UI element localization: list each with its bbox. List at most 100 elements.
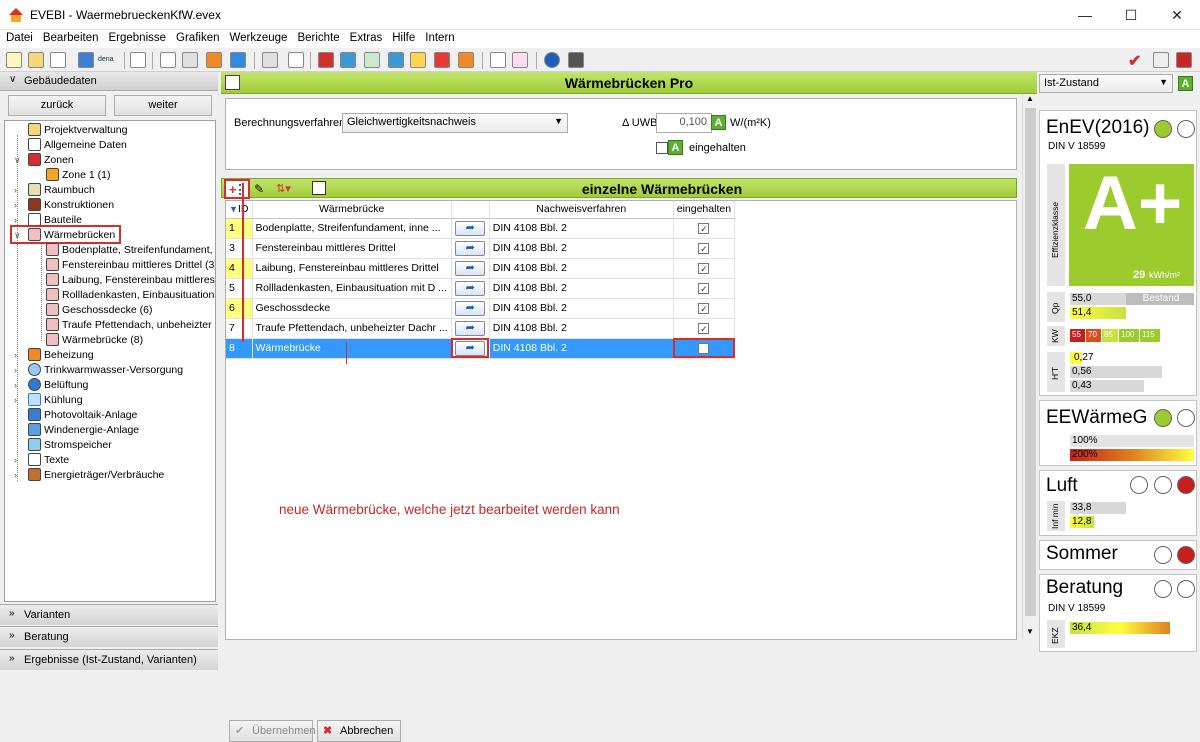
list-icon[interactable] xyxy=(288,52,304,68)
table-row[interactable]: 3 Fenstereinbau mittleres Drittel ➦ DIN … xyxy=(226,238,736,259)
open-arrow-icon[interactable]: ➦ xyxy=(455,220,486,236)
orange-arrow-icon[interactable] xyxy=(206,52,222,68)
ok-checkbox[interactable] xyxy=(698,342,710,354)
add-thermal-bridge-button[interactable]: + xyxy=(224,179,250,199)
open-arrow-icon[interactable]: ➦ xyxy=(455,300,486,316)
exit-icon[interactable] xyxy=(1153,52,1169,68)
tree-item-wb-laibung[interactable]: Laibung, Fenstereinbau mittleres xyxy=(46,273,215,288)
menu-hilfe[interactable]: Hilfe xyxy=(386,30,419,44)
move-dropdown-icon[interactable]: ⇅▾ xyxy=(276,182,291,195)
scroll-thumb[interactable] xyxy=(1025,108,1036,616)
chart-icon[interactable] xyxy=(1176,52,1192,68)
scroll-down-icon[interactable]: ▼ xyxy=(1026,627,1034,636)
tree-item-wb-geschossdecke[interactable]: Geschossdecke (6) xyxy=(46,303,152,318)
help-icon[interactable] xyxy=(544,52,560,68)
collapsed-chevron-icon[interactable]: › xyxy=(14,348,17,363)
open-arrow-icon[interactable]: ➦ xyxy=(455,340,486,356)
varianten-bar[interactable]: » Varianten xyxy=(0,604,218,625)
tree-item-wb-fenstereinbau[interactable]: Fenstereinbau mittleres Drittel (3) xyxy=(46,258,215,273)
cancel-button[interactable]: ✖ Abbrechen xyxy=(317,720,401,742)
open-arrow-icon[interactable]: ➦ xyxy=(455,260,486,276)
new-file-icon[interactable] xyxy=(6,52,22,68)
edit-pencil-icon[interactable]: ✎ xyxy=(254,182,264,196)
tree-item-windenergie[interactable]: Windenergie-Anlage xyxy=(28,423,139,438)
tree-item-wb-waermebruecke-8[interactable]: Wärmebrücke (8) xyxy=(46,333,143,348)
ok-checkbox[interactable]: ✓ xyxy=(698,322,710,334)
tree-item-belueftung[interactable]: › Belüftung xyxy=(14,378,88,393)
grid-icon[interactable] xyxy=(340,52,356,68)
open-arrow-icon[interactable]: ➦ xyxy=(455,280,486,296)
document-icon[interactable] xyxy=(160,52,176,68)
lightning-icon[interactable] xyxy=(434,52,450,68)
edit-pencil-icon[interactable] xyxy=(130,52,146,68)
ok-checkbox[interactable]: ✓ xyxy=(698,262,710,274)
tree-item-wb-bodenplatte[interactable]: Bodenplatte, Streifenfundament, xyxy=(46,243,213,258)
table-row[interactable]: 5 Rollladenkasten, Einbausituation mit D… xyxy=(226,278,736,299)
euro-icon[interactable] xyxy=(458,52,474,68)
close-button[interactable]: ✕ xyxy=(1154,0,1200,30)
window-icon[interactable] xyxy=(318,52,334,68)
collapsed-chevron-icon[interactable]: › xyxy=(14,183,17,198)
tree-item-zonen[interactable]: ∨ Zonen xyxy=(14,153,74,168)
menu-grafiken[interactable]: Grafiken xyxy=(170,30,223,44)
collapsed-chevron-icon[interactable]: › xyxy=(14,378,17,393)
column-header-name[interactable]: Wärmebrücke xyxy=(252,201,452,219)
column-header-proof[interactable]: Nachweisverfahren xyxy=(489,201,674,219)
column-header-id[interactable]: ▼ID xyxy=(226,201,253,219)
open-folder-icon[interactable] xyxy=(28,52,44,68)
table-row[interactable]: 6 Geschossdecke ➦ DIN 4108 Bbl. 2 ✓ xyxy=(226,298,736,319)
open-arrow-icon[interactable]: ➦ xyxy=(455,240,486,256)
table-row[interactable]: 1 Bodenplatte, Streifenfundament, inne .… xyxy=(226,218,736,239)
column-header-ok[interactable]: eingehalten xyxy=(673,201,736,219)
collapsed-chevron-icon[interactable]: › xyxy=(14,468,17,483)
check-icon[interactable]: ✔ xyxy=(1128,51,1141,71)
menu-ergebnisse[interactable]: Ergebnisse xyxy=(102,30,170,44)
table-row[interactable]: 4 Laibung, Fenstereinbau mittleres Dritt… xyxy=(226,258,736,279)
minimize-button[interactable]: — xyxy=(1062,0,1108,30)
ok-checkbox[interactable]: ✓ xyxy=(698,302,710,314)
tree-structure-icon[interactable] xyxy=(262,52,278,68)
forward-button[interactable]: weiter xyxy=(114,95,212,116)
method-select[interactable]: Gleichwertigkeitsnachweis ▼ xyxy=(342,113,568,133)
blue-arrow-icon[interactable] xyxy=(230,52,246,68)
scroll-up-icon[interactable]: ▲ xyxy=(1026,94,1034,103)
ok-checkbox[interactable]: ✓ xyxy=(698,282,710,294)
menu-werkzeuge[interactable]: Werkzeuge xyxy=(224,30,292,44)
collapsed-chevron-icon[interactable]: › xyxy=(14,453,17,468)
gebaeudedaten-header[interactable]: ∨ Gebäudedaten xyxy=(0,72,218,91)
tree-item-trinkwarmwasser[interactable]: › Trinkwarmwasser-Versorgung xyxy=(14,363,183,378)
tree-item-projektverwaltung[interactable]: Projektverwaltung xyxy=(28,123,127,138)
sun-icon[interactable] xyxy=(410,52,426,68)
ergebnisse-bar[interactable]: » Ergebnisse (Ist-Zustand, Varianten) xyxy=(0,649,218,670)
tree-item-stromspeicher[interactable]: Stromspeicher xyxy=(28,438,112,453)
collapsed-chevron-icon[interactable]: › xyxy=(14,363,17,378)
eingehalten-checkbox[interactable] xyxy=(656,142,668,154)
fan-icon[interactable] xyxy=(388,52,404,68)
tree-item-zone-1[interactable]: Zone 1 (1) xyxy=(46,168,110,183)
tree-item-photovoltaik[interactable]: Photovoltaik-Anlage xyxy=(28,408,137,423)
back-button[interactable]: zurück xyxy=(8,95,106,116)
tree-item-raumbuch[interactable]: › Raumbuch xyxy=(14,183,95,198)
ok-checkbox[interactable]: ✓ xyxy=(698,242,710,254)
tree-item-wb-traufe[interactable]: Traufe Pfettendach, unbeheizter xyxy=(46,318,212,333)
tree-item-konstruktionen[interactable]: › Konstruktionen xyxy=(14,198,114,213)
report-icon[interactable] xyxy=(490,52,506,68)
tree-item-kuehlung[interactable]: › Kühlung xyxy=(14,393,83,408)
tree-item-texte[interactable]: › Texte xyxy=(14,453,69,468)
tree-item-wb-rollladenkasten[interactable]: Rollladenkasten, Einbausituation m xyxy=(46,288,215,303)
export-icon[interactable] xyxy=(78,52,94,68)
search-icon[interactable] xyxy=(364,52,380,68)
dena-icon[interactable]: dena xyxy=(98,52,118,68)
tree-item-energietraeger[interactable]: › Energieträger/Verbräuche xyxy=(14,468,164,483)
maximize-button[interactable]: ☐ xyxy=(1108,0,1154,30)
table-row-selected[interactable]: 8 Wärmebrücke ➦ DIN 4108 Bbl. 2 xyxy=(226,338,736,359)
ok-checkbox[interactable]: ✓ xyxy=(698,222,710,234)
tree-item-beheizung[interactable]: › Beheizung xyxy=(14,348,94,363)
open-arrow-icon[interactable]: ➦ xyxy=(455,320,486,336)
copy-icon[interactable] xyxy=(312,181,326,195)
copy-icon[interactable] xyxy=(50,52,66,68)
beratung-bar[interactable]: » Beratung xyxy=(0,626,218,647)
duwb-input[interactable]: 0,100 xyxy=(656,113,712,133)
layers-icon[interactable] xyxy=(182,52,198,68)
accept-button[interactable]: ✔ Übernehmen xyxy=(229,720,316,742)
